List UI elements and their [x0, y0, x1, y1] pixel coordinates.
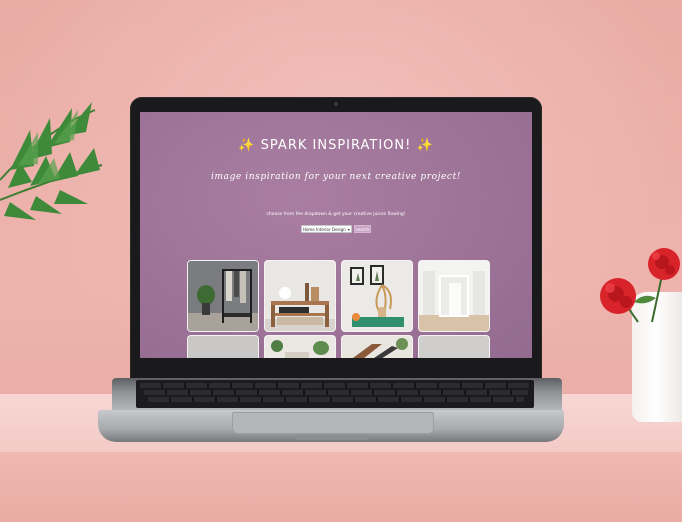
page-tagline: image inspiration for your next creative…	[210, 172, 462, 182]
image-gallery	[188, 261, 490, 358]
living-room-plant-image[interactable]	[265, 336, 335, 358]
laptop-screen: ✨ SPARK INSPIRATION! ✨ image inspiration…	[140, 112, 532, 358]
category-selected-value: Home Interior Design	[302, 226, 346, 232]
gray-wall-image[interactable]	[419, 336, 489, 358]
keyboard	[136, 380, 534, 408]
page-title: ✨ SPARK INSPIRATION! ✨	[238, 138, 434, 153]
laptop-notch	[294, 436, 370, 440]
trackpad	[232, 412, 434, 434]
instructions-text: choose from the dropdown & get your crea…	[266, 212, 406, 217]
search-button[interactable]: search	[353, 225, 372, 233]
desk-front	[0, 452, 682, 522]
search-controls: Home Interior Design ▾ search	[140, 224, 532, 234]
empty-white-room-image[interactable]	[419, 261, 489, 331]
wooden-shelf-decor-image[interactable]	[265, 261, 335, 331]
category-dropdown[interactable]: Home Interior Design ▾	[300, 225, 352, 233]
clothing-rack-room-image[interactable]	[188, 261, 258, 331]
staircase-image[interactable]	[342, 336, 412, 358]
chevron-down-icon: ▾	[347, 226, 350, 232]
palm-leaf-plant	[0, 102, 103, 220]
gray-room-image[interactable]	[188, 336, 258, 358]
gallery-wall-vase-image[interactable]	[342, 261, 412, 331]
webcam	[334, 102, 338, 106]
red-flowers	[600, 248, 680, 323]
